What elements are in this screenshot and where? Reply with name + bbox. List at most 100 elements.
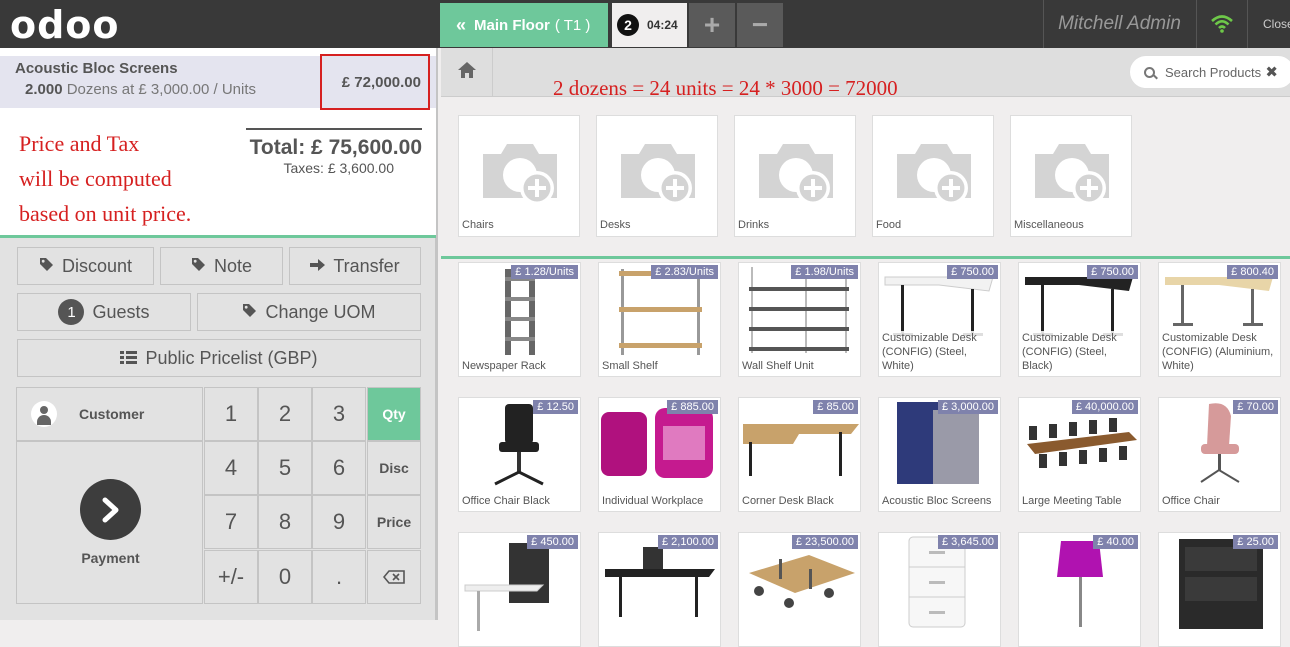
- order-time: 04:24: [647, 18, 678, 32]
- product-price: £ 750.00: [1087, 265, 1138, 279]
- backspace-key[interactable]: [367, 550, 421, 604]
- product-tile[interactable]: £ 3,000.00 Acoustic Bloc Screens: [878, 397, 1001, 512]
- product-name: Customizable Desk (CONFIG) (Steel, Black…: [1022, 331, 1137, 373]
- camera-plus-icon: [621, 144, 695, 205]
- right-pane: 2 dozens = 24 units = 24 * 3000 = 72000 …: [441, 48, 1290, 647]
- category-tile[interactable]: Desks: [596, 115, 718, 237]
- chevron-right-icon: [80, 479, 141, 540]
- numpad-key[interactable]: 4: [204, 441, 258, 495]
- decimal-key[interactable]: .: [312, 550, 366, 604]
- category-tile[interactable]: Drinks: [734, 115, 856, 237]
- product-price: £ 12.50: [533, 400, 578, 414]
- category-name: Miscellaneous: [1014, 219, 1084, 231]
- numpad-key[interactable]: 5: [258, 441, 312, 495]
- wifi-icon[interactable]: [1196, 0, 1246, 48]
- product-tile[interactable]: £ 70.00 Office Chair: [1158, 397, 1281, 512]
- product-tile[interactable]: £ 800.40 Customizable Desk (CONFIG) (Alu…: [1158, 262, 1281, 377]
- discount-button[interactable]: Discount: [17, 247, 154, 285]
- customer-button[interactable]: Customer: [16, 387, 203, 441]
- clear-search-icon[interactable]: ✖: [1265, 63, 1278, 81]
- payment-label: Payment: [81, 550, 140, 566]
- qty-mode-button[interactable]: Qty: [367, 387, 421, 441]
- tag-icon: [242, 302, 257, 323]
- odoo-logo: odoo: [10, 3, 120, 47]
- numpad-key[interactable]: 1: [204, 387, 258, 441]
- tag-icon: [39, 256, 54, 277]
- product-price: £ 750.00: [947, 265, 998, 279]
- transfer-button[interactable]: Transfer: [289, 247, 421, 285]
- price-mode-button[interactable]: Price: [367, 495, 421, 549]
- tag-icon: [191, 256, 206, 277]
- user-name[interactable]: Mitchell Admin: [1043, 0, 1195, 48]
- product-tile[interactable]: £ 25.00: [1158, 532, 1281, 647]
- close-button[interactable]: Close: [1247, 0, 1290, 48]
- customer-label: Customer: [79, 406, 145, 422]
- product-price: £ 85.00: [813, 400, 858, 414]
- product-name: Corner Desk Black: [742, 494, 857, 508]
- pricelist-button[interactable]: Public Pricelist (GBP): [17, 339, 421, 377]
- numpad-key[interactable]: 6: [312, 441, 366, 495]
- product-tile[interactable]: £ 85.00 Corner Desk Black: [738, 397, 861, 512]
- product-tile[interactable]: £ 750.00 Customizable Desk (CONFIG) (Ste…: [878, 262, 1001, 377]
- product-tile[interactable]: £ 450.00: [458, 532, 581, 647]
- payment-button[interactable]: Payment: [16, 441, 203, 604]
- add-order-button[interactable]: +: [689, 3, 735, 47]
- note-button[interactable]: Note: [160, 247, 283, 285]
- product-price: £ 2,100.00: [658, 535, 718, 549]
- numpad-key[interactable]: 9: [312, 495, 366, 549]
- product-tile[interactable]: £ 40,000.00 Large Meeting Table: [1018, 397, 1141, 512]
- numpad-key[interactable]: 2: [258, 387, 312, 441]
- product-tile[interactable]: £ 23,500.00: [738, 532, 861, 647]
- product-price: £ 70.00: [1233, 400, 1278, 414]
- category-tile[interactable]: Food: [872, 115, 994, 237]
- numpad-key[interactable]: 7: [204, 495, 258, 549]
- back-to-floor-button[interactable]: « Main Floor ( T1 ): [440, 3, 608, 47]
- note-label: Note: [213, 255, 253, 276]
- product-tile[interactable]: £ 3,645.00: [878, 532, 1001, 647]
- camera-plus-icon: [897, 144, 971, 205]
- order-line[interactable]: Acoustic Bloc Screens 2.000 Dozens at £ …: [0, 54, 436, 110]
- annotation-left-line: will be computed: [19, 166, 172, 191]
- disc-mode-button[interactable]: Disc: [367, 441, 421, 495]
- product-tile[interactable]: £ 2,100.00: [598, 532, 721, 647]
- list-icon: [120, 348, 138, 369]
- numpad-key[interactable]: 0: [258, 550, 312, 604]
- product-name: Large Meeting Table: [1022, 494, 1137, 508]
- product-tile[interactable]: £ 12.50 Office Chair Black: [458, 397, 581, 512]
- plus-minus-key[interactable]: +/-: [204, 550, 258, 604]
- product-tile[interactable]: £ 750.00 Customizable Desk (CONFIG) (Ste…: [1018, 262, 1141, 377]
- discount-label: Discount: [61, 255, 133, 276]
- guests-count: 1: [58, 299, 85, 325]
- order-tab[interactable]: 2 04:24: [612, 3, 687, 47]
- order-line-product: Acoustic Bloc Screens: [15, 60, 178, 77]
- product-tile[interactable]: £ 2.83/Units Small Shelf: [598, 262, 721, 377]
- product-price: £ 1.28/Units: [511, 265, 578, 279]
- double-chevron-left-icon: «: [456, 14, 467, 35]
- numpad-key[interactable]: 8: [258, 495, 312, 549]
- product-name: Office Chair: [1162, 494, 1277, 508]
- arrow-right-icon: [310, 256, 326, 277]
- product-grid: £ 1.28/Units Newspaper Rack £ 2.83/Units…: [441, 262, 1290, 647]
- product-price: £ 800.40: [1227, 265, 1278, 279]
- home-category-button[interactable]: [441, 48, 493, 97]
- product-tile[interactable]: £ 40.00: [1018, 532, 1141, 647]
- annotation-left-line: based on unit price.: [19, 201, 192, 226]
- guests-button[interactable]: 1 Guests: [17, 293, 191, 331]
- pricelist-label: Public Pricelist (GBP): [145, 347, 318, 368]
- product-tile[interactable]: £ 1.98/Units Wall Shelf Unit: [738, 262, 861, 377]
- product-tile[interactable]: £ 885.00 Individual Workplace: [598, 397, 721, 512]
- search-products-input[interactable]: Search Products ✖: [1129, 55, 1290, 89]
- category-tile[interactable]: Chairs: [458, 115, 580, 237]
- product-tile[interactable]: £ 1.28/Units Newspaper Rack: [458, 262, 581, 377]
- backspace-icon: [382, 564, 405, 590]
- product-name: Customizable Desk (CONFIG) (Aluminium, W…: [1162, 331, 1277, 373]
- remove-order-button[interactable]: −: [737, 3, 783, 47]
- order-line-price: £ 72,000.00: [320, 54, 430, 110]
- numpad-key[interactable]: 3: [312, 387, 366, 441]
- home-icon: [457, 61, 477, 84]
- order-summary: Total: £ 75,600.00 Taxes: £ 3,600.00: [246, 128, 422, 176]
- change-uom-button[interactable]: Change UOM: [197, 293, 421, 331]
- category-tile[interactable]: Miscellaneous: [1010, 115, 1132, 237]
- product-price: £ 3,000.00: [938, 400, 998, 414]
- product-name: Small Shelf: [602, 359, 717, 373]
